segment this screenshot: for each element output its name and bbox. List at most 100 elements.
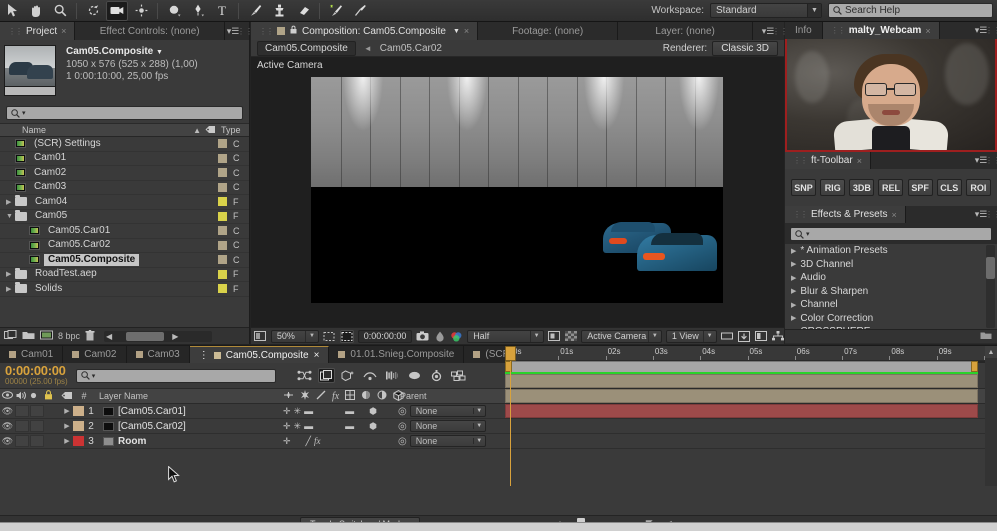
- layer-switches[interactable]: ✛ ✳ ▬ ▬ ⬢: [283, 406, 377, 417]
- label-color-swatch[interactable]: [218, 211, 227, 221]
- layer-audio-toggle[interactable]: [15, 435, 29, 447]
- parent-select[interactable]: None ▼: [409, 405, 486, 417]
- scrollbar-thumb[interactable]: [986, 257, 995, 279]
- interpret-footage-icon[interactable]: [4, 330, 17, 342]
- layer-parent-cell[interactable]: ◎ None ▼: [398, 435, 486, 447]
- selection-tool-icon[interactable]: [1, 1, 23, 21]
- solo-dot-icon[interactable]: [27, 391, 39, 402]
- close-icon[interactable]: ×: [857, 156, 862, 166]
- parent-pickwhip-icon[interactable]: ◎: [398, 421, 407, 432]
- chevron-down-icon[interactable]: ▼: [453, 28, 460, 35]
- brainstorm-icon[interactable]: [450, 368, 467, 383]
- ft-toolbar-panel[interactable]: ⋮⋮ ft-Toolbar × ▾☰ ⋮⋮ SNP RIG 3DB REL SPF CLS…: [785, 152, 997, 206]
- switch-column-icons[interactable]: fx: [283, 389, 404, 403]
- frame-blend-icon[interactable]: ▬: [345, 406, 354, 416]
- tab-footage[interactable]: Footage: (none): [478, 22, 619, 40]
- twirl-icon[interactable]: ▶: [791, 328, 796, 330]
- graph-editor-icon[interactable]: [406, 368, 423, 383]
- project-list-item[interactable]: Cam02 C: [0, 166, 249, 181]
- effects-presets-panel[interactable]: ⋮⋮ Effects & Presets × ▾☰ ⋮⋮ ▾ ▶ * Animat…: [785, 206, 997, 343]
- sort-asc-icon[interactable]: ▲: [193, 126, 205, 135]
- ft-toolbar-button-roi[interactable]: ROI: [965, 179, 991, 196]
- layer-number-header[interactable]: #: [77, 391, 91, 401]
- project-list-item[interactable]: ▶ Cam04 F: [0, 195, 249, 210]
- lock-icon[interactable]: [39, 390, 57, 402]
- pen-tool-icon[interactable]: [187, 1, 209, 21]
- effects-scrollbar[interactable]: [986, 245, 995, 328]
- camera-tool-icon[interactable]: [106, 0, 128, 21]
- layer-video-toggle[interactable]: 👁: [0, 436, 15, 447]
- timeline-link-icon[interactable]: [754, 330, 767, 343]
- tab-info[interactable]: Info: [785, 22, 823, 39]
- scroll-left-icon[interactable]: ◀: [106, 332, 112, 341]
- enable-frame-blending-icon[interactable]: [362, 368, 379, 383]
- layer-twirl-icon[interactable]: ▶: [61, 437, 73, 445]
- label-color-swatch[interactable]: [218, 153, 227, 163]
- scroll-up-icon[interactable]: ▲: [985, 346, 997, 358]
- layer-name-cell[interactable]: Room: [98, 436, 146, 447]
- project-list-item[interactable]: Cam05.Car02 C: [0, 239, 249, 253]
- layer-twirl-icon[interactable]: ▶: [61, 422, 73, 430]
- tab-effect-controls[interactable]: Effect Controls: (none): [75, 22, 225, 40]
- close-icon[interactable]: ×: [314, 350, 320, 361]
- composition-viewer[interactable]: Active Camera: [251, 57, 784, 327]
- adjustment-layer-icon[interactable]: [377, 390, 387, 402]
- timeline-current-time[interactable]: 0:00:00:00 00000 (25.00 fps): [0, 364, 68, 387]
- layer-switches[interactable]: ✛ ✳ ▬ ▬ ⬢: [283, 421, 377, 432]
- collapse-transformations-icon[interactable]: [300, 390, 310, 402]
- project-horizontal-scrollbar[interactable]: ◀ ▶: [104, 330, 213, 342]
- timeline-tab-cam05-composite[interactable]: ⋮ Cam05.Composite ×: [189, 346, 330, 363]
- layer-video-toggle[interactable]: 👁: [0, 421, 15, 432]
- shy-icon[interactable]: ✛: [283, 436, 291, 447]
- effects-icon[interactable]: ▬: [304, 421, 313, 431]
- layer-name-header[interactable]: Layer Name: [91, 391, 148, 401]
- effects-list-item[interactable]: ▶ CROSSPHERE: [785, 325, 997, 329]
- project-panel-tabs[interactable]: ⋮⋮ Project × Effect Controls: (none) ▾☰ …: [0, 22, 253, 40]
- effects-search-input[interactable]: ▾: [790, 227, 992, 241]
- tab-project[interactable]: ⋮⋮ Project ×: [0, 22, 76, 40]
- timeline-ruler[interactable]: 0s01s02s03s04s05s06s07s08s09s10s: [505, 346, 997, 361]
- shy-icon[interactable]: ✛: [283, 406, 291, 417]
- layer-twirl-icon[interactable]: ▶: [61, 407, 73, 415]
- label-color-swatch[interactable]: [218, 139, 227, 149]
- pan-behind-tool-icon[interactable]: [130, 1, 152, 21]
- eraser-tool-icon[interactable]: [292, 1, 314, 21]
- ft-toolbar-button-spf[interactable]: SPF: [907, 179, 933, 196]
- composition-panel-tabs[interactable]: ⋮⋮ Composition: Cam05.Composite ▼ × Foot…: [251, 22, 788, 40]
- toggle-transparency-grid-icon[interactable]: [547, 330, 561, 343]
- rotation-tool-icon[interactable]: [82, 1, 104, 21]
- twirl-icon[interactable]: ▶: [791, 287, 796, 295]
- view-layout-select[interactable]: 1 View ▼: [665, 329, 717, 343]
- twirl-icon[interactable]: ▶: [6, 198, 15, 206]
- quality-icon[interactable]: [316, 390, 326, 402]
- always-preview-icon[interactable]: [254, 330, 267, 343]
- close-icon[interactable]: ×: [892, 210, 897, 220]
- timeline-tab-01-01-snieg-composite[interactable]: 01.01.Snieg.Composite: [329, 346, 465, 363]
- work-area-end-handle[interactable]: [971, 361, 978, 372]
- shy-icon[interactable]: ✛: [283, 421, 291, 432]
- timeline-layer-row[interactable]: 👁 ▶ 3 Room ✛ ╱ fx ◎ None ▼: [0, 434, 997, 449]
- layer-solo-toggle[interactable]: [30, 405, 44, 417]
- composition-mini-flowchart-icon[interactable]: [296, 368, 313, 383]
- project-list-item[interactable]: Cam03 C: [0, 181, 249, 195]
- label-color-swatch[interactable]: [218, 240, 227, 250]
- cti-head[interactable]: [505, 346, 516, 361]
- composition-breadcrumb-bar[interactable]: Cam05.Composite ◄ Cam05.Car02 Renderer: …: [251, 40, 784, 57]
- delete-icon[interactable]: [85, 329, 95, 343]
- layer-audio-toggle[interactable]: [15, 405, 29, 417]
- info-panel-tabs[interactable]: Info ⋮⋮ malty_Webcam × ▾☰ ⋮⋮: [785, 22, 997, 39]
- timeline-layer-row[interactable]: 👁 ▶ 2 [Cam05.Car02] ✛ ✳ ▬ ▬ ⬢ ◎ None ▼: [0, 419, 997, 434]
- effects-list-item[interactable]: ▶ Blur & Sharpen: [785, 285, 997, 299]
- region-of-interest-icon[interactable]: [323, 330, 336, 343]
- quality-icon[interactable]: ╱: [306, 436, 311, 447]
- twirl-icon[interactable]: ▶: [791, 247, 796, 255]
- effects-list[interactable]: ▶ * Animation Presets ▶ 3D Channel ▶ Audio ▶ Bl…: [785, 244, 997, 329]
- project-item-title[interactable]: Cam05.Composite ▼: [66, 46, 198, 59]
- toggle-mask-paths-icon[interactable]: [339, 329, 354, 343]
- label-color-swatch[interactable]: [218, 226, 227, 236]
- breadcrumb-next[interactable]: Cam05.Car02: [380, 43, 442, 54]
- type-tool-icon[interactable]: T: [211, 1, 233, 21]
- label-color-swatch[interactable]: [218, 284, 227, 294]
- composition-panel[interactable]: ⋮⋮ Composition: Cam05.Composite ▼ × Foot…: [251, 22, 788, 344]
- label-color-icon[interactable]: [57, 391, 77, 402]
